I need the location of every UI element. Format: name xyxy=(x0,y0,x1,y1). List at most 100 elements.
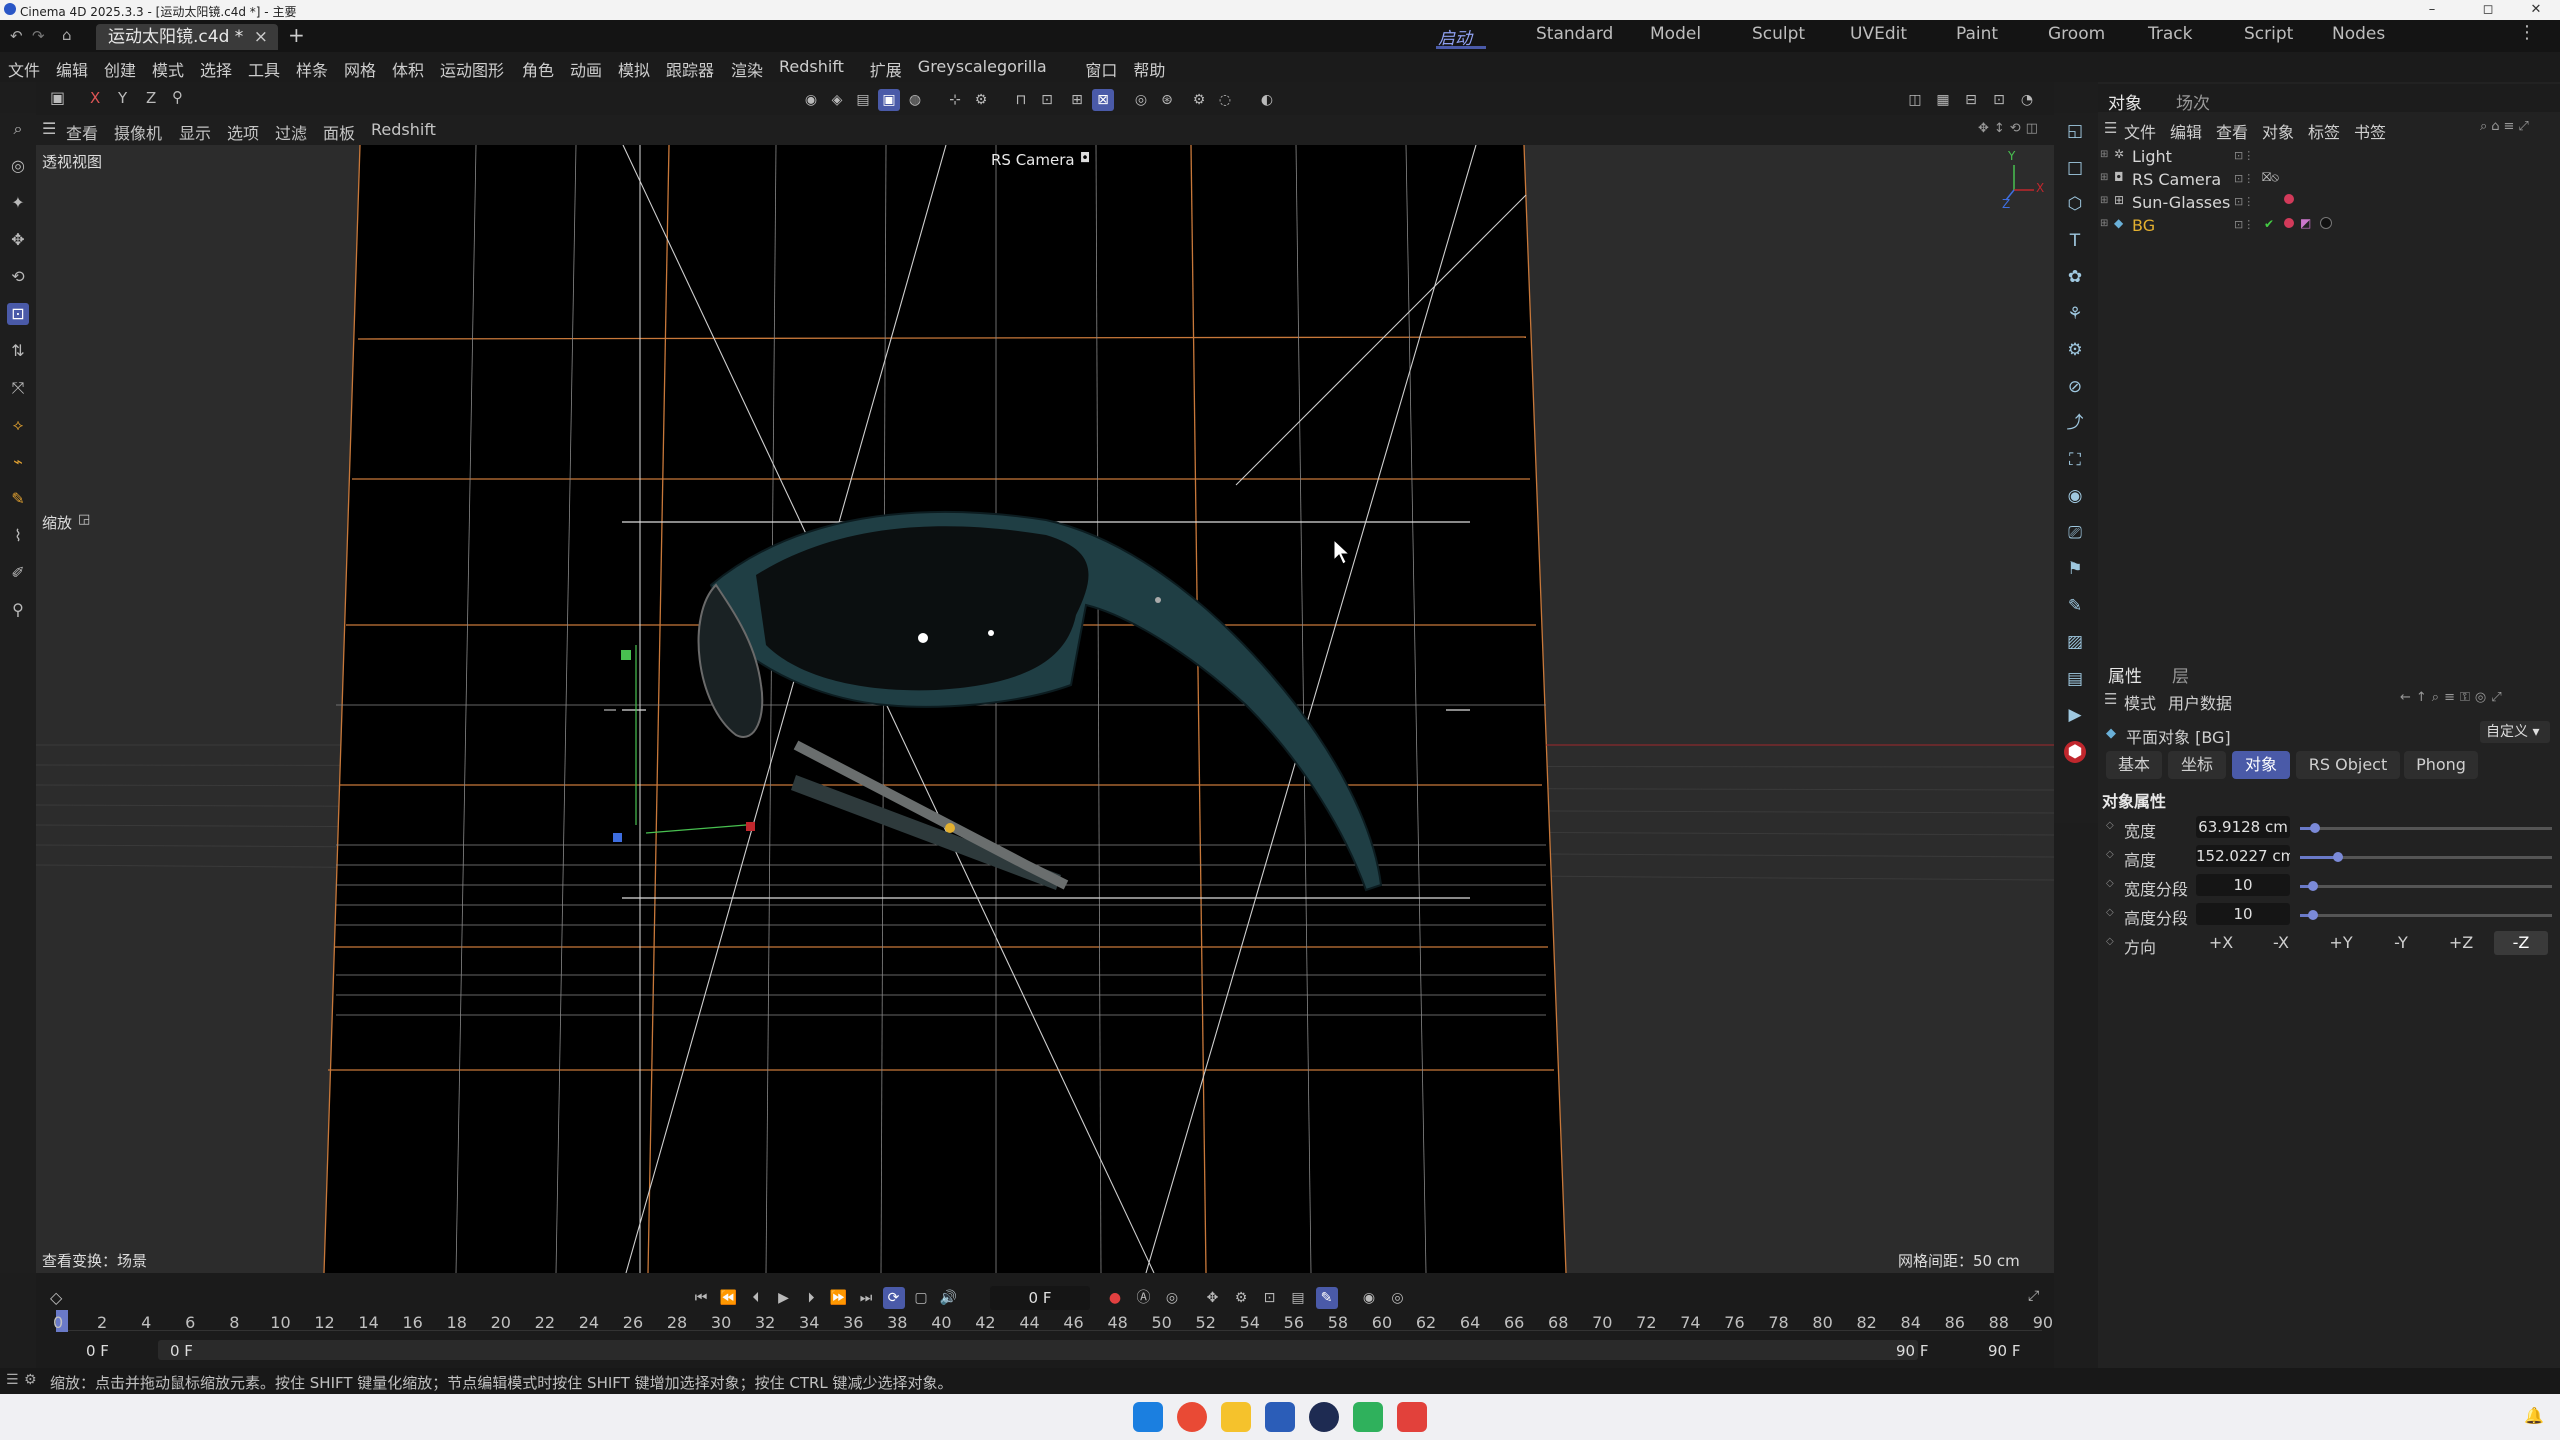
left-tool-12-icon[interactable]: ✐ xyxy=(7,562,29,584)
field-slider-3[interactable] xyxy=(2300,910,2552,920)
field-input-2[interactable]: 10 xyxy=(2196,874,2290,896)
object-menu-3[interactable]: 对象 xyxy=(2262,119,2294,143)
attr-subtab-1[interactable]: 坐标 xyxy=(2168,751,2226,779)
menu-item-13[interactable]: 跟踪器 xyxy=(666,57,714,81)
right-tool-2-icon[interactable]: ⬡ xyxy=(2064,193,2086,215)
playback-5-icon[interactable]: ⏩ xyxy=(828,1287,850,1309)
attr-menu-icon[interactable]: ☰ xyxy=(2104,690,2117,708)
object-visibility-3-icon[interactable]: ⊡⋮ xyxy=(2234,218,2254,231)
zoom-icon[interactable]: ◲ xyxy=(78,512,90,527)
left-tool-10-icon[interactable]: ✎ xyxy=(7,488,29,510)
viewport-nav-icons[interactable]: ✥↕⟲◫ xyxy=(1978,121,2043,136)
object-visibility-2-icon[interactable]: ⊡⋮ xyxy=(2234,195,2254,208)
record-7-icon[interactable]: ✎ xyxy=(1315,1287,1338,1309)
toolbar-tool-0-icon[interactable]: ◉ xyxy=(800,89,822,111)
left-tool-5-icon[interactable]: ⊡ xyxy=(7,303,29,325)
object-menu-1[interactable]: 编辑 xyxy=(2170,119,2202,143)
range-slider[interactable] xyxy=(158,1340,1918,1360)
menu-item-8[interactable]: 体积 xyxy=(392,57,424,81)
record-2-icon[interactable]: ◎ xyxy=(1161,1287,1183,1309)
left-tool-7-icon[interactable]: ⤧ xyxy=(7,377,29,399)
object-expand-3-icon[interactable]: ⊞ xyxy=(2100,218,2108,229)
menu-item-7[interactable]: 网格 xyxy=(344,57,376,81)
attr-subtab-0[interactable]: 基本 xyxy=(2106,751,2162,779)
object-row-3[interactable]: BG xyxy=(2132,216,2155,235)
direction-button-5[interactable]: -Z xyxy=(2494,931,2548,955)
playback-8-icon[interactable]: ▢ xyxy=(910,1287,932,1309)
direction-keyframe-icon[interactable]: ◇ xyxy=(2106,936,2114,947)
field-input-1[interactable]: 152.0227 cm xyxy=(2196,845,2290,867)
cinema4d-taskbar-icon[interactable] xyxy=(1309,1402,1339,1432)
material-tag-icon[interactable] xyxy=(2284,194,2294,204)
record-4-icon[interactable]: ⚙ xyxy=(1230,1287,1252,1309)
tab-attributes[interactable]: 属性 xyxy=(2108,662,2142,687)
menu-item-2[interactable]: 创建 xyxy=(104,57,136,81)
object-visibility-0-icon[interactable]: ⊡⋮ xyxy=(2234,149,2254,162)
field-slider-2[interactable] xyxy=(2300,881,2552,891)
start-frame[interactable]: 0 F xyxy=(86,1342,109,1360)
playback-9-icon[interactable]: 🔊 xyxy=(938,1287,960,1309)
object-row-2[interactable]: Sun-Glasses xyxy=(2132,193,2230,212)
record-5-icon[interactable]: ⊡ xyxy=(1259,1287,1281,1309)
viewport-menu-5[interactable]: 面板 xyxy=(323,120,355,144)
object-expand-1-icon[interactable]: ⊞ xyxy=(2100,172,2108,183)
field-keyframe-2-icon[interactable]: ◇ xyxy=(2106,878,2114,889)
range-min[interactable]: 0 F xyxy=(170,1342,193,1360)
playback-7-icon[interactable]: ⟳ xyxy=(882,1287,905,1309)
object-menu-4[interactable]: 标签 xyxy=(2308,119,2340,143)
bg-plane[interactable] xyxy=(324,145,1566,1273)
toolbar-tool-9-icon[interactable]: ⊞ xyxy=(1066,89,1088,111)
document-tab[interactable]: 运动太阳镜.c4d * × xyxy=(96,24,278,50)
menu-item-6[interactable]: 样条 xyxy=(296,57,328,81)
layout-tab-0[interactable]: 启动 xyxy=(1438,24,1472,49)
attr-subtab-2[interactable]: 对象 xyxy=(2232,751,2290,779)
app-green-icon[interactable] xyxy=(1353,1402,1383,1432)
menu-item-11[interactable]: 动画 xyxy=(570,57,602,81)
close-window-button[interactable]: ✕ xyxy=(2514,0,2558,20)
toolbar-tool-14-icon[interactable]: ◌ xyxy=(1214,89,1236,111)
direction-button-4[interactable]: +Z xyxy=(2434,931,2488,955)
add-tab-button[interactable]: + xyxy=(288,23,305,47)
layout-tab-6[interactable]: Groom xyxy=(2048,24,2105,44)
tab-objects[interactable]: 对象 xyxy=(2108,89,2142,114)
record-8-icon[interactable]: ◉ xyxy=(1358,1287,1380,1309)
direction-button-1[interactable]: -X xyxy=(2254,931,2308,955)
layout-tab-4[interactable]: UVEdit xyxy=(1850,24,1907,44)
left-tool-9-icon[interactable]: ⌁ xyxy=(7,451,29,473)
maximize-button[interactable]: ◻ xyxy=(2466,0,2510,20)
viewport-menu-2[interactable]: 显示 xyxy=(179,120,211,144)
bg-texture-tag-icon[interactable] xyxy=(2320,217,2332,229)
status-menu-icon[interactable]: ☰ xyxy=(6,1372,19,1388)
tab-layers[interactable]: 层 xyxy=(2172,662,2189,687)
field-input-3[interactable]: 10 xyxy=(2196,903,2290,925)
right-tool-11-icon[interactable]: ⎚ xyxy=(2064,522,2086,544)
toolbar-tool-4-icon[interactable]: ◍ xyxy=(904,89,926,111)
word-icon[interactable] xyxy=(1265,1402,1295,1432)
right-tool-13-icon[interactable]: ✎ xyxy=(2064,595,2086,617)
redo-icon[interactable]: ↷ xyxy=(32,27,45,45)
bg-material-tag-icon[interactable] xyxy=(2284,218,2294,228)
layout-tab-7[interactable]: Track xyxy=(2148,24,2192,44)
record-0-icon[interactable]: ● xyxy=(1104,1287,1126,1309)
toolbar-tool-7-icon[interactable]: ⊓ xyxy=(1010,89,1032,111)
current-frame-field[interactable]: 0 F xyxy=(990,1286,1090,1310)
object-row-0[interactable]: Light xyxy=(2132,147,2172,166)
z-axis-lock-icon[interactable]: Z xyxy=(146,89,156,107)
viewport-menu-3[interactable]: 选项 xyxy=(227,120,259,144)
render-tool-1-icon[interactable]: ▦ xyxy=(1932,89,1954,111)
range-max[interactable]: 90 F xyxy=(1896,1342,1928,1360)
home-icon[interactable]: ⌂ xyxy=(62,26,72,44)
tab-takes[interactable]: 场次 xyxy=(2176,89,2210,114)
toolbar-tool-3-icon[interactable]: ▣ xyxy=(878,89,900,111)
camera-target-tag-icon[interactable]: ⛝⦸ xyxy=(2262,170,2279,185)
layout-tab-9[interactable]: Nodes xyxy=(2332,24,2385,44)
bg-plane-handle[interactable] xyxy=(945,823,955,833)
playback-6-icon[interactable]: ⏭ xyxy=(855,1287,877,1309)
left-tool-8-icon[interactable]: ⟡ xyxy=(7,414,29,436)
toolbar-tool-13-icon[interactable]: ⚙ xyxy=(1188,89,1210,111)
bg-enabled-check-icon[interactable]: ✔ xyxy=(2264,217,2274,231)
field-keyframe-3-icon[interactable]: ◇ xyxy=(2106,907,2114,918)
menu-item-1[interactable]: 编辑 xyxy=(56,57,88,81)
toolbar-tool-10-icon[interactable]: ⊠ xyxy=(1092,89,1114,111)
viewport-menu-4[interactable]: 过滤 xyxy=(275,120,307,144)
